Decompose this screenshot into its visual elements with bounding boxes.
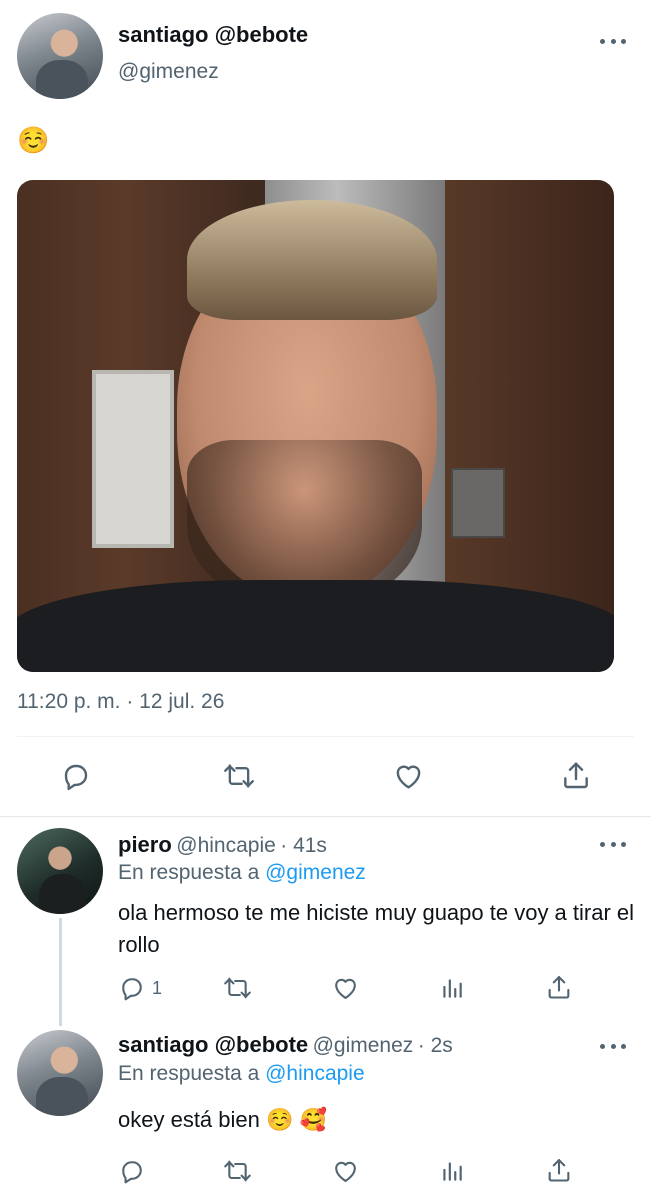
tweet-photo[interactable]: [17, 180, 614, 672]
avatar[interactable]: [17, 828, 103, 914]
like-button[interactable]: [331, 1157, 360, 1185]
more-dots-icon[interactable]: [600, 1042, 626, 1050]
reply-header: santiago @bebote @gimenez · 2s: [118, 1032, 453, 1058]
shirt: [17, 580, 614, 672]
reply-button[interactable]: [118, 1157, 146, 1185]
reply-context: En respuesta a @gimenez: [118, 861, 366, 885]
retweet-button[interactable]: [222, 760, 256, 792]
reply-button[interactable]: 1: [118, 974, 162, 1002]
wall-plaque: [451, 468, 505, 538]
tweet-timestamp[interactable]: 11:20 p. m. · 12 jul. 26: [17, 690, 224, 714]
divider: [0, 816, 651, 817]
display-name[interactable]: piero: [118, 832, 172, 857]
like-icon: [335, 978, 356, 999]
mention-link[interactable]: @hincapie: [265, 1062, 365, 1085]
more-dots-icon[interactable]: [600, 840, 626, 848]
like-icon: [396, 765, 421, 789]
share-button[interactable]: [560, 759, 592, 791]
retweet-icon: [224, 1160, 251, 1182]
analytics-button[interactable]: [439, 1157, 465, 1185]
tweet-text: ☺️: [17, 125, 50, 155]
share-button[interactable]: [545, 973, 573, 1001]
more-dots-icon[interactable]: [600, 37, 626, 45]
hair: [187, 200, 437, 320]
reply-time[interactable]: · 41s: [280, 834, 327, 857]
avatar[interactable]: [17, 1030, 103, 1116]
mention-link[interactable]: @gimenez: [265, 861, 366, 884]
like-button[interactable]: [392, 760, 425, 792]
reply-prefix: En respuesta a: [118, 1062, 260, 1085]
reply-time[interactable]: · 2s: [418, 1034, 453, 1057]
share-button[interactable]: [545, 1156, 573, 1184]
thread-line: [59, 918, 62, 1026]
analytics-icon: [443, 1162, 462, 1181]
reply-button[interactable]: [60, 760, 92, 792]
reply-icon: [64, 764, 88, 791]
reply-icon: [122, 1161, 142, 1184]
share-icon: [548, 1159, 570, 1182]
reply-context: En respuesta a @hincapie: [118, 1062, 365, 1086]
reply-text: ola hermoso te me hiciste muy guapo te v…: [118, 900, 635, 957]
reply-header: piero @hincapie · 41s: [118, 832, 327, 858]
like-button[interactable]: [331, 974, 360, 1002]
retweet-button[interactable]: [222, 974, 253, 1002]
like-icon: [335, 1161, 356, 1182]
display-name[interactable]: santiago @bebote: [118, 1032, 308, 1057]
reply-text: okey está bien ☺️ 🥰: [118, 1107, 327, 1132]
share-icon: [548, 976, 570, 999]
avatar[interactable]: [17, 13, 103, 99]
analytics-button[interactable]: [439, 974, 465, 1002]
handle[interactable]: @hincapie: [176, 834, 276, 857]
retweet-icon: [224, 977, 251, 999]
retweet-button[interactable]: [222, 1157, 253, 1185]
reply-icon: [122, 978, 142, 1001]
handle[interactable]: @gimenez: [313, 1034, 414, 1057]
analytics-icon: [443, 979, 462, 998]
retweet-icon: [224, 764, 254, 788]
divider: [17, 736, 634, 737]
wall-sign: [92, 370, 174, 548]
display-name[interactable]: santiago @bebote: [118, 22, 308, 48]
share-icon: [564, 762, 588, 789]
reply-count: 1: [152, 977, 163, 998]
reply-prefix: En respuesta a: [118, 861, 260, 884]
handle[interactable]: @gimenez: [118, 60, 219, 84]
